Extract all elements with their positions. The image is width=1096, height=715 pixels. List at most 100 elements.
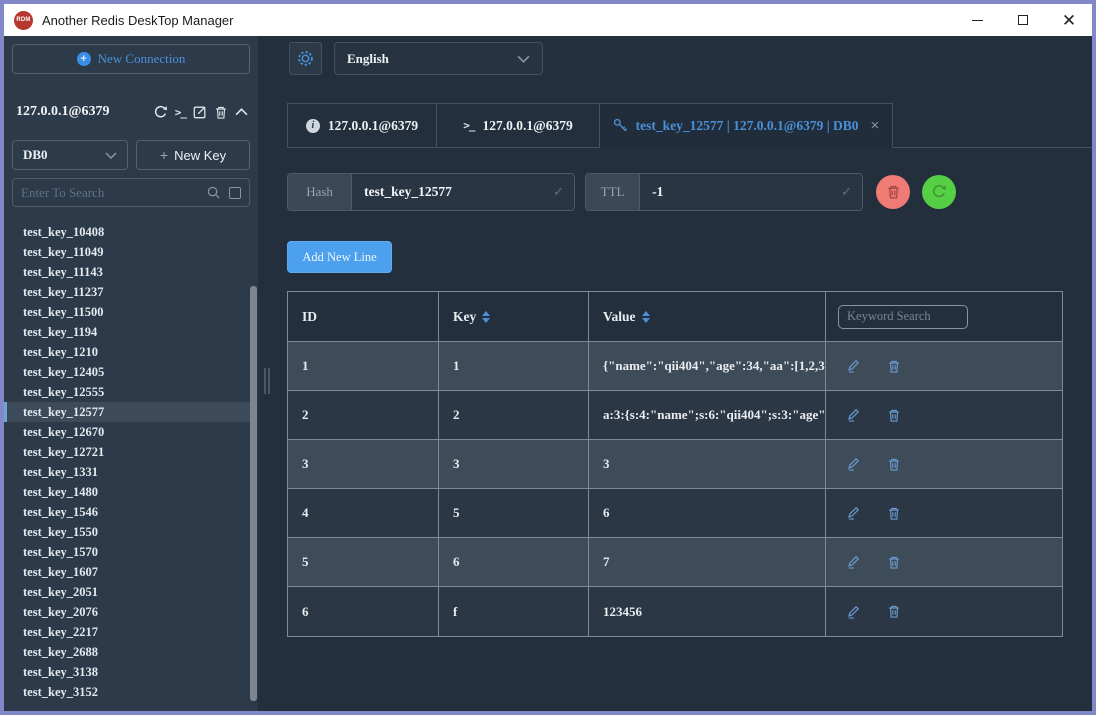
hash-field-table: ID Key Value — [287, 291, 1063, 637]
row-edit-button[interactable] — [846, 505, 861, 521]
key-list-item[interactable]: test_key_11143 — [4, 262, 250, 282]
sort-icon[interactable] — [482, 311, 490, 323]
row-delete-button[interactable] — [887, 505, 901, 521]
row-delete-button[interactable] — [887, 358, 901, 374]
key-list-item[interactable]: test_key_2076 — [4, 602, 250, 622]
minimize-button[interactable] — [954, 4, 1000, 36]
table-row: 4 5 6 — [288, 489, 1062, 538]
key-search-input[interactable] — [21, 185, 206, 201]
cell-id: 2 — [288, 391, 439, 439]
column-header-key[interactable]: Key — [439, 292, 589, 341]
key-list-item[interactable]: test_key_10408 — [4, 222, 250, 242]
tab-key-detail[interactable]: test_key_12577 | 127.0.0.1@6379 | DB0 × — [600, 103, 893, 148]
connection-row[interactable]: 127.0.0.1@6379 >_ — [16, 102, 248, 122]
key-list-item[interactable]: test_key_12721 — [4, 442, 250, 462]
minimize-icon — [972, 20, 983, 21]
pencil-icon — [846, 456, 861, 472]
exact-search-checkbox[interactable] — [229, 187, 241, 199]
refresh-icon — [931, 184, 947, 200]
tab-connection-status[interactable]: i 127.0.0.1@6379 — [287, 103, 437, 148]
table-row: 3 3 3 — [288, 440, 1062, 489]
key-list-item[interactable]: test_key_1546 — [4, 502, 250, 522]
key-list-item[interactable]: test_key_11049 — [4, 242, 250, 262]
table-body: 1 1 {"name":"qii404","age":34,"aa":[1,2,… — [288, 342, 1062, 636]
key-list: test_key_10408 test_key_11049 test_key_1… — [4, 222, 250, 702]
key-list-item[interactable]: test_key_1331 — [4, 462, 250, 482]
row-edit-button[interactable] — [846, 456, 861, 472]
refresh-key-button[interactable] — [922, 175, 956, 209]
new-connection-button[interactable]: + New Connection — [12, 44, 250, 74]
check-icon[interactable]: ✓ — [553, 184, 574, 200]
row-delete-button[interactable] — [887, 604, 901, 620]
key-list-item[interactable]: test_key_12577 — [4, 402, 250, 422]
chevron-down-icon — [105, 152, 117, 159]
app-window: rdm Another Redis DeskTop Manager ✕ + Ne… — [0, 0, 1096, 715]
sidebar: + New Connection 127.0.0.1@6379 >_ DB0 — [4, 36, 258, 711]
trash-icon — [887, 359, 901, 374]
key-list-item[interactable]: test_key_12670 — [4, 422, 250, 442]
plus-icon: + — [160, 147, 168, 163]
key-list-item[interactable]: test_key_1570 — [4, 542, 250, 562]
row-edit-button[interactable] — [846, 407, 861, 423]
row-delete-button[interactable] — [887, 456, 901, 472]
new-key-button[interactable]: + New Key — [136, 140, 250, 170]
key-list-item[interactable]: test_key_2217 — [4, 622, 250, 642]
add-new-line-button[interactable]: Add New Line — [287, 241, 392, 273]
row-delete-button[interactable] — [887, 554, 901, 570]
edit-connection-icon[interactable] — [193, 105, 207, 119]
close-button[interactable]: ✕ — [1046, 4, 1092, 36]
key-list-item[interactable]: test_key_2051 — [4, 582, 250, 602]
app-logo-icon: rdm — [14, 11, 33, 30]
key-name-input[interactable] — [352, 184, 553, 200]
key-list-item[interactable]: test_key_2688 — [4, 642, 250, 662]
key-list-item[interactable]: test_key_12555 — [4, 382, 250, 402]
key-list-item[interactable]: test_key_11237 — [4, 282, 250, 302]
check-icon[interactable]: ✓ — [841, 184, 862, 200]
delete-connection-icon[interactable] — [214, 105, 228, 120]
delete-key-button[interactable] — [876, 175, 910, 209]
cell-key: f — [439, 587, 589, 636]
key-list-item[interactable]: test_key_1480 — [4, 482, 250, 502]
key-list-item[interactable]: test_key_11500 — [4, 302, 250, 322]
settings-button[interactable] — [289, 42, 322, 75]
row-edit-button[interactable] — [846, 604, 861, 620]
key-list-item[interactable]: test_key_1607 — [4, 562, 250, 582]
ttl-input[interactable] — [640, 184, 841, 200]
sort-icon[interactable] — [642, 311, 650, 323]
key-list-item[interactable]: test_key_3152 — [4, 682, 250, 702]
row-edit-button[interactable] — [846, 554, 861, 570]
tab-bar: i 127.0.0.1@6379 >_ 127.0.0.1@6379 test_… — [287, 103, 1092, 148]
collapse-connection-icon[interactable] — [235, 108, 248, 116]
table-row: 6 f 123456 — [288, 587, 1062, 636]
cell-id: 1 — [288, 342, 439, 390]
key-list-item[interactable]: test_key_1210 — [4, 342, 250, 362]
keyword-search-input[interactable] — [838, 305, 968, 329]
tab-connection-status-label: 127.0.0.1@6379 — [328, 118, 418, 134]
key-list-item[interactable]: test_key_1550 — [4, 522, 250, 542]
key-list-item[interactable]: test_key_12405 — [4, 362, 250, 382]
tab-close-icon[interactable]: × — [871, 117, 880, 134]
row-delete-button[interactable] — [887, 407, 901, 423]
cell-key: 3 — [439, 440, 589, 488]
terminal-icon[interactable]: >_ — [175, 106, 186, 119]
tab-terminal[interactable]: >_ 127.0.0.1@6379 — [437, 103, 600, 148]
key-list-item[interactable]: test_key_1194 — [4, 322, 250, 342]
language-select[interactable]: English — [334, 42, 543, 75]
search-icon — [206, 185, 221, 200]
key-name-group: Hash ✓ — [287, 173, 575, 211]
pencil-icon — [846, 358, 861, 374]
row-edit-button[interactable] — [846, 358, 861, 374]
refresh-connection-icon[interactable] — [153, 105, 168, 120]
pencil-icon — [846, 604, 861, 620]
cell-id: 5 — [288, 538, 439, 586]
cell-value: 7 — [589, 538, 826, 586]
sidebar-splitter[interactable] — [258, 36, 278, 711]
cell-id: 3 — [288, 440, 439, 488]
maximize-button[interactable] — [1000, 4, 1046, 36]
key-list-item[interactable]: test_key_3138 — [4, 662, 250, 682]
terminal-icon: >_ — [463, 119, 474, 132]
column-header-value[interactable]: Value — [589, 292, 826, 341]
db-select[interactable]: DB0 — [12, 140, 128, 170]
sidebar-scrollbar-thumb[interactable] — [250, 286, 257, 701]
sidebar-scrollbar — [250, 222, 257, 707]
